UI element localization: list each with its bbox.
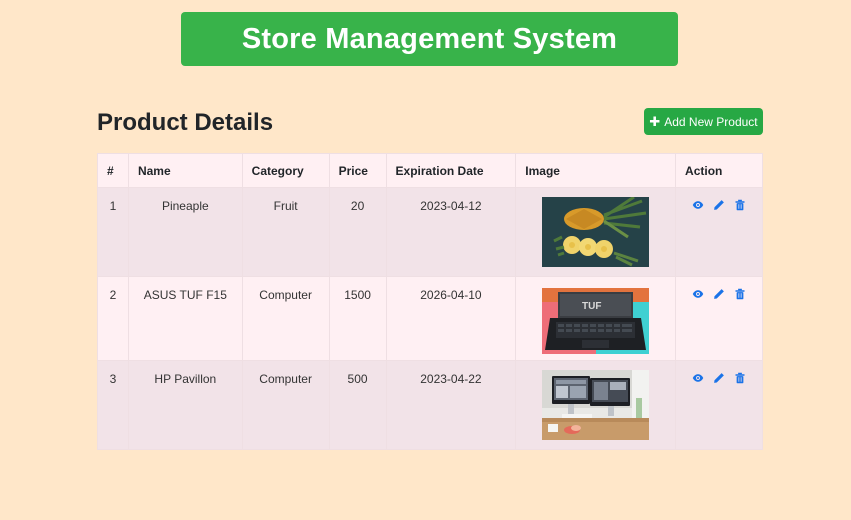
cell-price: 1500 <box>328 276 387 361</box>
eye-icon[interactable] <box>692 288 704 300</box>
cell-expiration: 2026-04-10 <box>385 276 517 361</box>
column-header-name: Name <box>127 153 243 188</box>
plus-icon: ✚ <box>649 113 661 129</box>
trash-icon[interactable] <box>734 199 746 211</box>
table-header-row: # Name Category Price Expiration Date Im… <box>97 153 763 188</box>
cell-action <box>675 276 763 361</box>
pencil-icon[interactable] <box>713 372 725 384</box>
pencil-icon[interactable] <box>713 199 725 211</box>
cell-action <box>675 187 763 277</box>
cell-category: Computer <box>241 360 330 450</box>
cell-number: 3 <box>97 360 129 450</box>
column-header-expiration: Expiration Date <box>385 153 517 188</box>
cell-name: HP Pavillon <box>127 360 243 450</box>
column-header-image: Image <box>515 153 677 188</box>
cell-expiration: 2023-04-22 <box>385 360 517 450</box>
cell-image <box>515 187 677 277</box>
cell-name: ASUS TUF F15 <box>127 276 243 361</box>
eye-icon[interactable] <box>692 199 704 211</box>
cell-number: 2 <box>97 276 129 361</box>
page-title: Product Details <box>97 109 274 136</box>
desktop-photo <box>542 370 650 440</box>
trash-icon[interactable] <box>734 288 746 300</box>
cell-price: 20 <box>328 187 387 277</box>
cell-image: TUF <box>515 276 677 361</box>
cell-category: Computer <box>241 276 330 361</box>
eye-icon[interactable] <box>692 372 704 384</box>
column-header-price: Price <box>328 153 387 188</box>
column-header-category: Category <box>241 153 330 188</box>
column-header-number: # <box>97 153 129 188</box>
cell-price: 500 <box>328 360 387 450</box>
pencil-icon[interactable] <box>713 288 725 300</box>
add-product-button[interactable]: ✚ Add New Product <box>644 108 763 135</box>
add-product-label: Add New Product <box>664 114 758 129</box>
cell-category: Fruit <box>241 187 330 277</box>
app-banner: Store Management System <box>181 12 678 66</box>
app-title: Store Management System <box>241 22 618 55</box>
cell-action <box>675 360 763 450</box>
table-row: 1 Pineaple Fruit 20 2023-04-12 <box>97 187 763 277</box>
cell-name: Pineaple <box>127 187 243 277</box>
products-table: # Name Category Price Expiration Date Im… <box>97 153 763 450</box>
cell-image <box>515 360 677 450</box>
column-header-action: Action <box>675 153 763 188</box>
svg-text:TUF: TUF <box>582 301 601 312</box>
cell-number: 1 <box>97 187 129 277</box>
trash-icon[interactable] <box>734 372 746 384</box>
cell-expiration: 2023-04-12 <box>385 187 517 277</box>
pineapple-photo <box>542 197 650 267</box>
laptop-photo: TUF <box>542 288 650 354</box>
table-row: 3 HP Pavillon Computer 500 2023-04-22 <box>97 360 763 450</box>
table-row: 2 ASUS TUF F15 Computer 1500 2026-04-10 … <box>97 276 763 361</box>
